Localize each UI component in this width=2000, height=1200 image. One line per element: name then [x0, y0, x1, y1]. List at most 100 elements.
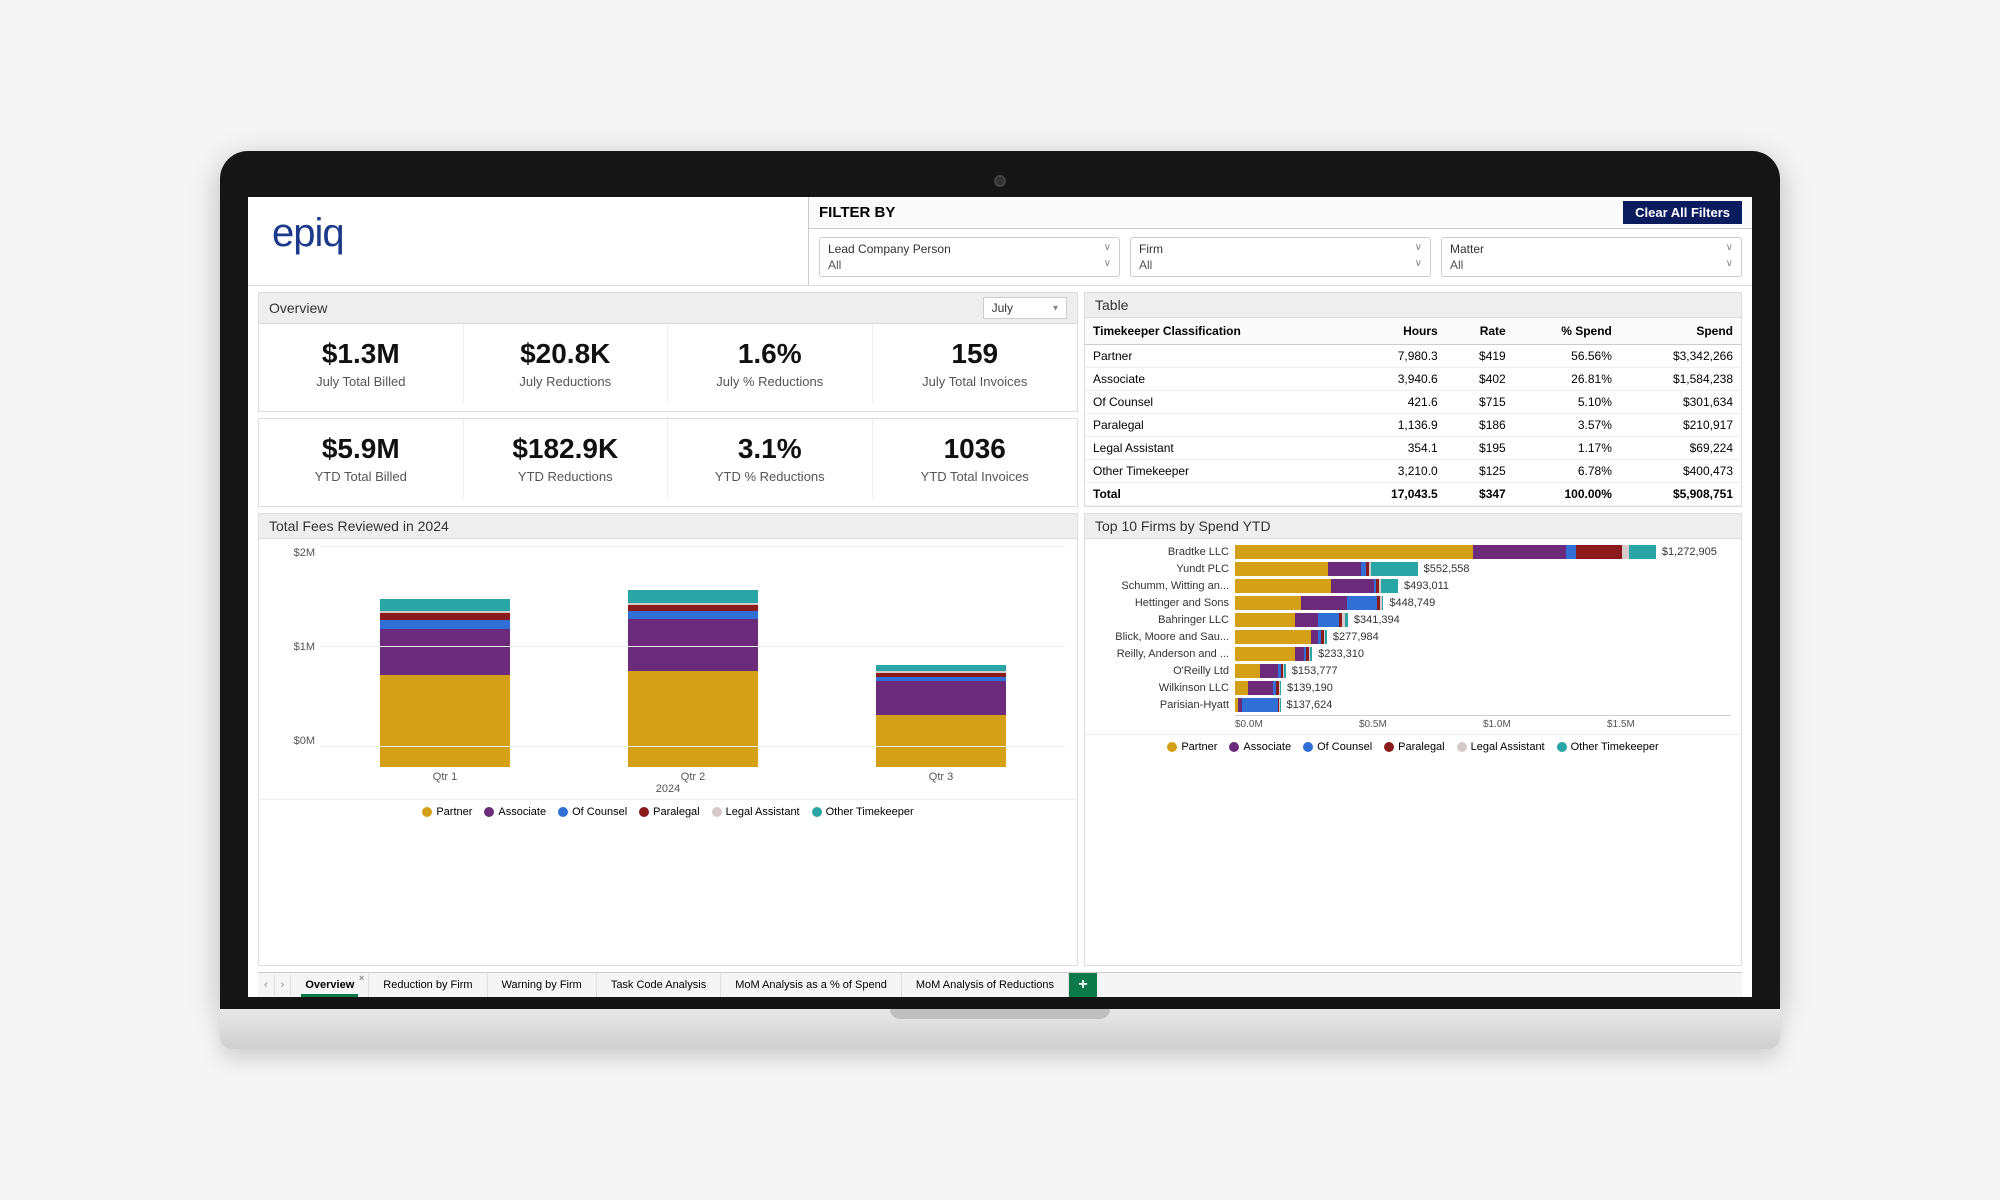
legend-item[interactable]: Partner	[422, 806, 472, 818]
hbar-segment[interactable]	[1473, 545, 1566, 559]
tab-nav-prev[interactable]: ‹	[258, 975, 275, 995]
table-header[interactable]: Hours	[1346, 318, 1446, 345]
hbar-segment[interactable]	[1576, 545, 1622, 559]
filter-firm[interactable]: Firm∨ All∨	[1130, 237, 1431, 277]
month-dropdown[interactable]: July ▾	[983, 297, 1067, 319]
hbar-segment[interactable]	[1566, 545, 1576, 559]
hbar-segment[interactable]	[1235, 579, 1331, 593]
hbar-segment[interactable]	[1382, 596, 1384, 610]
legend-item[interactable]: Legal Assistant	[712, 806, 800, 818]
table-row[interactable]: Legal Assistant354.1$1951.17%$69,224	[1085, 437, 1741, 460]
hbar-row[interactable]: Reilly, Anderson and ... $233,310	[1095, 647, 1731, 661]
hbar-segment[interactable]	[1328, 562, 1361, 576]
hbar-row[interactable]: O'Reilly Ltd $153,777	[1095, 664, 1731, 678]
legend-item[interactable]: Of Counsel	[1303, 741, 1372, 753]
legend-item[interactable]: Associate	[484, 806, 546, 818]
tab-task-code-analysis[interactable]: Task Code Analysis	[597, 973, 721, 997]
clear-all-filters-button[interactable]: Clear All Filters	[1623, 201, 1742, 224]
hbar-segment[interactable]	[1629, 545, 1655, 559]
hbar-segment[interactable]	[1260, 664, 1278, 678]
hbar-segment[interactable]	[1235, 630, 1311, 644]
legend-item[interactable]: Other Timekeeper	[1557, 741, 1659, 753]
table-header[interactable]: Rate	[1446, 318, 1514, 345]
legend-item[interactable]: Partner	[1167, 741, 1217, 753]
table-row[interactable]: Paralegal1,136.9$1863.57%$210,917	[1085, 414, 1741, 437]
hbar-segment[interactable]	[1301, 596, 1347, 610]
legend-item[interactable]: Paralegal	[639, 806, 699, 818]
table-row[interactable]: Other Timekeeper3,210.0$1256.78%$400,473	[1085, 460, 1741, 483]
legend-item[interactable]: Associate	[1229, 741, 1291, 753]
kpi-card: $182.9K YTD Reductions	[464, 419, 669, 498]
tab-mom-analysis-of-reductions[interactable]: MoM Analysis of Reductions	[902, 973, 1069, 997]
hbar-label: Bradtke LLC	[1095, 546, 1235, 558]
hbar-segment[interactable]	[1235, 647, 1295, 661]
hbar-segment[interactable]	[1235, 562, 1328, 576]
hbar-segment[interactable]	[1381, 579, 1398, 593]
hbar-segment[interactable]	[1622, 545, 1630, 559]
legend-item[interactable]: Legal Assistant	[1457, 741, 1545, 753]
hbar-segment[interactable]	[1310, 647, 1312, 661]
table-row[interactable]: Partner7,980.3$41956.56%$3,342,266	[1085, 345, 1741, 368]
close-icon[interactable]: ×	[359, 973, 364, 983]
hbar-segment[interactable]	[1345, 613, 1348, 627]
kpi-label: YTD Total Billed	[263, 469, 459, 484]
legend-item[interactable]: Other Timekeeper	[812, 806, 914, 818]
hbar-segment[interactable]	[1371, 562, 1417, 576]
hbar-segment[interactable]	[1295, 613, 1318, 627]
table-cell: 7,980.3	[1346, 345, 1446, 368]
table-cell: $5,908,751	[1620, 483, 1741, 506]
table-cell: 17,043.5	[1346, 483, 1446, 506]
tab-mom-analysis-as-a-of-spend[interactable]: MoM Analysis as a % of Spend	[721, 973, 902, 997]
hbar-row[interactable]: Blick, Moore and Sau... $277,984	[1095, 630, 1731, 644]
hbar-segment[interactable]	[1331, 579, 1374, 593]
hbar-segment[interactable]	[1235, 664, 1260, 678]
kpi-value: $1.3M	[263, 338, 459, 370]
filter-lead company person[interactable]: Lead Company Person∨ All∨	[819, 237, 1120, 277]
hbar-segment[interactable]	[1235, 613, 1295, 627]
hbar-segment[interactable]	[1295, 647, 1305, 661]
hbar-segment[interactable]	[1347, 596, 1377, 610]
fees-chart-panel: Total Fees Reviewed in 2024 $2M$1M$0M Qt…	[258, 513, 1078, 966]
kpi-label: YTD Reductions	[468, 469, 664, 484]
add-tab-button[interactable]: +	[1069, 973, 1097, 997]
hbar-segment[interactable]	[1235, 545, 1473, 559]
stacked-bar-chart[interactable]: $2M$1M$0M	[271, 547, 1065, 767]
legend-swatch	[1457, 742, 1467, 752]
table-row[interactable]: Associate3,940.6$40226.81%$1,584,238	[1085, 368, 1741, 391]
hbar-segment[interactable]	[1318, 613, 1339, 627]
hbar-row[interactable]: Parisian-Hyatt $137,624	[1095, 698, 1731, 712]
hbar-segment[interactable]	[1284, 664, 1285, 678]
filter-matter[interactable]: Matter∨ All∨	[1441, 237, 1742, 277]
hbar-row[interactable]: Hettinger and Sons $448,749	[1095, 596, 1731, 610]
hbar-row[interactable]: Wilkinson LLC $139,190	[1095, 681, 1731, 695]
hbar-row[interactable]: Schumm, Witting an... $493,011	[1095, 579, 1731, 593]
table-header[interactable]: Spend	[1620, 318, 1741, 345]
table-header[interactable]: Timekeeper Classification	[1085, 318, 1346, 345]
tab-nav-next[interactable]: ›	[275, 975, 292, 995]
hbar-segment[interactable]	[1280, 681, 1281, 695]
hbar-segment[interactable]	[1242, 698, 1278, 712]
legend-item[interactable]: Paralegal	[1384, 741, 1444, 753]
filter-title: FILTER BY	[819, 204, 895, 221]
tab-overview[interactable]: Overview×	[291, 973, 369, 997]
tab-warning-by-firm[interactable]: Warning by Firm	[488, 973, 597, 997]
hbar-segment[interactable]	[1248, 681, 1273, 695]
hbar-row[interactable]: Yundt PLC $552,558	[1095, 562, 1731, 576]
legend-item[interactable]: Of Counsel	[558, 806, 627, 818]
table-header[interactable]: % Spend	[1514, 318, 1620, 345]
table-cell: 5.10%	[1514, 391, 1620, 414]
hbar-row[interactable]: Bahringer LLC $341,394	[1095, 613, 1731, 627]
table-row[interactable]: Of Counsel421.6$7155.10%$301,634	[1085, 391, 1741, 414]
table-cell: Partner	[1085, 345, 1346, 368]
firms-hbar-chart[interactable]: Bradtke LLC $1,272,905 Yundt PLC $552,55…	[1085, 539, 1741, 734]
hbar-segment[interactable]	[1325, 630, 1327, 644]
xtick: $1.5M	[1607, 719, 1731, 730]
hbar-row[interactable]: Bradtke LLC $1,272,905	[1095, 545, 1731, 559]
table-cell: $402	[1446, 368, 1514, 391]
filter-label: Firm	[1139, 242, 1163, 256]
tab-reduction-by-firm[interactable]: Reduction by Firm	[369, 973, 487, 997]
hbar-segment[interactable]	[1235, 596, 1301, 610]
hbar-segment[interactable]	[1311, 630, 1318, 644]
hbar-segment[interactable]	[1235, 681, 1248, 695]
hbar-segment[interactable]	[1280, 698, 1281, 712]
